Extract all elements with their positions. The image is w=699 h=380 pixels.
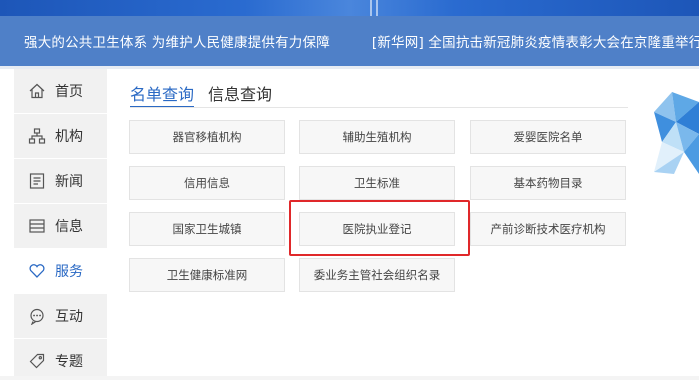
sidebar-item-label: 新闻 [55,174,83,190]
page: 强大的公共卫生体系 为维护人民健康提供有力保障 [新华网] 全国抗击新冠肺炎疫情… [0,0,699,380]
ticker-item[interactable]: 强大的公共卫生体系 为维护人民健康提供有力保障 [24,31,330,51]
org-chart-icon [28,127,46,145]
home-icon [28,82,46,100]
sidebar-item-topics[interactable]: 专题 [14,339,107,380]
bottom-strip [0,376,699,380]
query-tabs: 名单查询 信息查询 [130,84,286,108]
chat-icon [28,307,46,325]
link-organ-transplant-institutions[interactable]: 器官移植机构 [129,120,285,154]
link-essential-medicines-list[interactable]: 基本药物目录 [470,166,626,200]
top-banner [0,0,699,16]
sidebar-item-label: 专题 [55,354,83,370]
link-baby-friendly-hospitals[interactable]: 爱婴医院名单 [470,120,626,154]
sidebar-item-label: 服务 [55,264,83,280]
sidebar: 首页 机构 新闻 信息 服务 互动 专题 [14,69,107,380]
ticker-track: 强大的公共卫生体系 为维护人民健康提供有力保障 [新华网] 全国抗击新冠肺炎疫情… [24,16,699,66]
link-national-health-cities[interactable]: 国家卫生城镇 [129,212,285,246]
tray-icon [28,217,46,235]
ticker-item[interactable]: [新华网] 全国抗击新冠肺炎疫情表彰大会在京隆重举行习近平 [372,31,699,51]
tab-info-query[interactable]: 信息查询 [208,81,272,108]
tabs-divider [130,107,628,108]
decorative-graphic [654,92,699,174]
link-credit-information[interactable]: 信用信息 [129,166,285,200]
link-assisted-reproduction-institutions[interactable]: 辅助生殖机构 [299,120,455,154]
sidebar-item-label: 机构 [55,129,83,145]
sidebar-item-label: 信息 [55,219,83,235]
link-health-standards[interactable]: 卫生标准 [299,166,455,200]
sidebar-item-news[interactable]: 新闻 [14,159,107,203]
tab-list-query[interactable]: 名单查询 [130,81,195,108]
link-health-standards-network[interactable]: 卫生健康标准网 [129,258,285,292]
heart-icon [28,262,46,280]
sidebar-item-info[interactable]: 信息 [14,204,107,248]
sidebar-item-services[interactable]: 服务 [14,249,107,293]
link-hospital-registration[interactable]: 医院执业登记 [299,212,455,246]
sidebar-item-interaction[interactable]: 互动 [14,294,107,338]
sidebar-item-label: 互动 [55,309,83,325]
news-ticker: 强大的公共卫生体系 为维护人民健康提供有力保障 [新华网] 全国抗击新冠肺炎疫情… [0,16,699,66]
sidebar-item-institutions[interactable]: 机构 [14,114,107,158]
link-prenatal-diagnosis-institutions[interactable]: 产前诊断技术医疗机构 [470,212,626,246]
link-social-organizations-directory[interactable]: 委业务主管社会组织名录 [299,258,455,292]
sidebar-item-label: 首页 [55,84,83,100]
sidebar-item-home[interactable]: 首页 [14,69,107,113]
news-icon [28,172,46,190]
tag-icon [28,352,46,370]
